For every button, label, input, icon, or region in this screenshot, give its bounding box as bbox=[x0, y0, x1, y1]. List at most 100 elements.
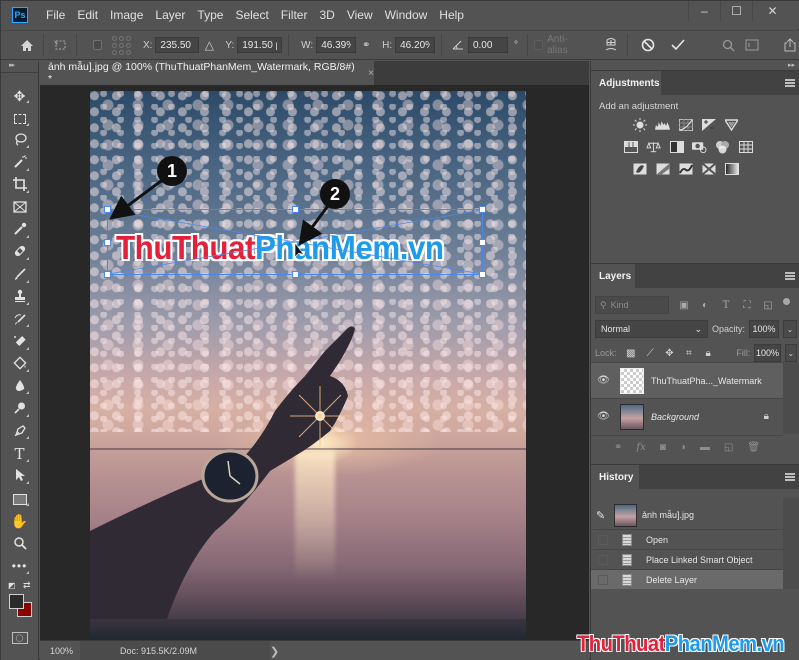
transform-handle-top-left[interactable] bbox=[104, 206, 111, 213]
adjustments-tab[interactable]: Adjustments bbox=[591, 71, 661, 95]
share-icon[interactable] bbox=[780, 34, 799, 56]
blur-tool[interactable] bbox=[1, 376, 38, 398]
visibility-eye-icon[interactable]: 👁︎ bbox=[591, 411, 616, 422]
transform-handle-top-center[interactable] bbox=[292, 206, 299, 213]
healing-brush-tool[interactable] bbox=[1, 242, 38, 264]
panel-collapse-grip[interactable]: ▸▸ bbox=[1, 61, 38, 73]
brightness-contrast-icon[interactable] bbox=[632, 117, 647, 132]
filter-kind-select[interactable]: ⚲ Kind bbox=[595, 296, 669, 314]
threshold-icon[interactable] bbox=[678, 162, 693, 175]
history-tab[interactable]: History bbox=[591, 465, 639, 489]
new-group-folder-icon[interactable]: ▬ bbox=[700, 442, 710, 453]
transform-handle-bottom-left[interactable] bbox=[104, 271, 111, 278]
link-layers-icon[interactable]: ⚭ bbox=[614, 442, 622, 453]
menu-3d[interactable]: 3D bbox=[313, 1, 340, 29]
invert-icon[interactable] bbox=[632, 162, 647, 175]
dodge-tool[interactable] bbox=[1, 398, 38, 420]
close-tab-icon[interactable]: × bbox=[368, 68, 374, 79]
lock-image-pixels-icon[interactable]: ⟋ bbox=[645, 348, 655, 359]
color-balance-icon[interactable] bbox=[646, 140, 661, 153]
levels-icon[interactable] bbox=[655, 118, 670, 131]
menu-image[interactable]: Image bbox=[104, 1, 149, 29]
photo-canvas[interactable]: ThuThuatPhanMem.vn 1 2 bbox=[90, 91, 526, 640]
reference-point-grid[interactable] bbox=[111, 35, 131, 55]
type-layer-filter-icon[interactable]: T bbox=[720, 300, 732, 311]
menu-view[interactable]: View bbox=[341, 1, 379, 29]
gradient-map-icon[interactable] bbox=[724, 162, 739, 175]
transform-bounding-box[interactable] bbox=[104, 206, 486, 278]
opacity-input[interactable]: 100% bbox=[749, 320, 779, 338]
transform-handle-bottom-center[interactable] bbox=[292, 271, 299, 278]
menu-help[interactable]: Help bbox=[433, 1, 470, 29]
zoom-level[interactable]: 100% bbox=[40, 646, 80, 656]
new-adjustment-layer-icon[interactable]: ◑ bbox=[680, 442, 686, 453]
history-scrollbar[interactable] bbox=[783, 498, 799, 589]
history-brush-source-icon[interactable]: ✎ bbox=[596, 509, 610, 522]
menu-window[interactable]: Window bbox=[379, 1, 434, 29]
reference-point-checkbox[interactable] bbox=[92, 40, 102, 50]
curves-icon[interactable] bbox=[678, 118, 693, 131]
clone-stamp-tool[interactable] bbox=[1, 287, 38, 309]
transform-handle-bottom-right[interactable] bbox=[479, 271, 486, 278]
workspace-icon[interactable] bbox=[742, 34, 762, 56]
search-icon[interactable] bbox=[718, 34, 738, 56]
opacity-dropdown[interactable]: ⌄ bbox=[783, 320, 797, 338]
layer-row[interactable]: 👁︎ Background 🔒︎ bbox=[591, 398, 783, 434]
history-brush-tool[interactable] bbox=[1, 309, 38, 331]
history-brush-source-checkbox[interactable] bbox=[598, 534, 608, 545]
document-size-info[interactable]: Doc: 915.5K/2.09M bbox=[80, 641, 270, 660]
canvas[interactable]: ThuThuatPhanMem.vn 1 2 bbox=[40, 85, 589, 640]
history-state[interactable]: Delete Layer bbox=[591, 569, 783, 589]
rectangle-tool[interactable] bbox=[1, 488, 38, 510]
blend-mode-select[interactable]: Normal ⌄ bbox=[595, 320, 708, 338]
foreground-color[interactable] bbox=[9, 593, 24, 609]
add-mask-icon[interactable]: ◙ bbox=[660, 442, 666, 453]
path-selection-tool[interactable] bbox=[1, 466, 38, 488]
transform-handle-top-right[interactable] bbox=[479, 206, 486, 213]
x-position-input[interactable] bbox=[155, 37, 200, 53]
adjustment-layer-filter-icon[interactable]: ◐ bbox=[699, 300, 711, 311]
transform-tool-icon[interactable] bbox=[50, 34, 70, 56]
history-state[interactable]: Open bbox=[591, 529, 783, 549]
minimize-button[interactable]: – bbox=[688, 1, 720, 21]
history-state[interactable]: Place Linked Smart Object bbox=[591, 549, 783, 569]
shape-layer-filter-icon[interactable]: ⛶ bbox=[741, 300, 753, 311]
new-layer-icon[interactable]: ◱ bbox=[724, 442, 733, 453]
edit-toolbar[interactable]: ••• bbox=[1, 555, 38, 577]
photo-filter-icon[interactable] bbox=[692, 140, 707, 153]
history-brush-source-checkbox[interactable] bbox=[598, 574, 608, 585]
warp-mode-icon[interactable] bbox=[601, 34, 621, 56]
commit-transform-icon[interactable] bbox=[668, 34, 688, 56]
selective-color-icon[interactable] bbox=[701, 162, 716, 175]
lock-transparent-pixels-icon[interactable]: ▩ bbox=[626, 348, 636, 359]
color-lookup-icon[interactable] bbox=[738, 140, 753, 153]
visibility-eye-icon[interactable]: 👁︎ bbox=[591, 375, 616, 386]
collapse-panels-button[interactable]: ▸▸ bbox=[591, 61, 799, 70]
eraser-tool[interactable] bbox=[1, 331, 38, 353]
menu-layer[interactable]: Layer bbox=[149, 1, 191, 29]
lock-position-icon[interactable]: ✥ bbox=[664, 348, 674, 359]
smart-object-filter-icon[interactable]: ◱ bbox=[762, 300, 774, 311]
antialias-checkbox[interactable] bbox=[533, 40, 544, 50]
fill-input[interactable]: 100% bbox=[754, 344, 781, 362]
panel-menu-icon[interactable] bbox=[785, 272, 795, 280]
move-tool[interactable]: ✥ bbox=[1, 85, 38, 107]
hue-saturation-icon[interactable] bbox=[623, 140, 638, 153]
filter-toggle[interactable] bbox=[783, 297, 790, 305]
type-tool[interactable]: T bbox=[1, 443, 38, 465]
zoom-tool[interactable] bbox=[1, 533, 38, 555]
swap-colors-icon[interactable]: ⇄ bbox=[23, 580, 31, 591]
delta-relative-icon[interactable]: △ bbox=[199, 34, 219, 56]
exposure-icon[interactable] bbox=[701, 118, 716, 131]
close-window-button[interactable]: ✕ bbox=[752, 1, 792, 21]
default-colors-icon[interactable]: ◩ bbox=[8, 581, 16, 590]
pixel-layer-filter-icon[interactable]: ▣ bbox=[678, 300, 690, 311]
magic-wand-tool[interactable] bbox=[1, 152, 38, 174]
width-input[interactable] bbox=[316, 37, 357, 53]
layers-tab[interactable]: Layers bbox=[591, 264, 635, 288]
layer-row[interactable]: 👁︎ ThuThuatPha..._Watermark bbox=[591, 362, 783, 398]
rotate-angle-input[interactable] bbox=[467, 37, 508, 53]
panel-menu-icon[interactable] bbox=[785, 79, 795, 87]
link-proportions-icon[interactable]: ⚭ bbox=[356, 34, 376, 56]
crop-tool[interactable] bbox=[1, 175, 38, 197]
